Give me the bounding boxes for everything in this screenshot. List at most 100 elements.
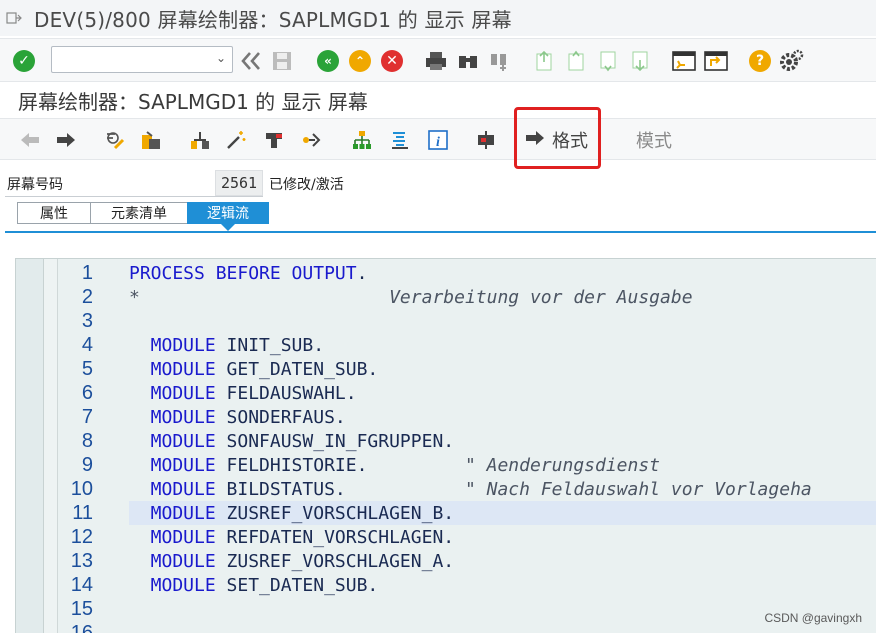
- code-text: MODULE ZUSREF_VORSCHLAGEN_B.: [129, 501, 876, 525]
- where-used-icon[interactable]: [188, 128, 212, 152]
- save-icon[interactable]: [268, 47, 296, 75]
- new-session-icon[interactable]: [670, 47, 698, 75]
- code-line[interactable]: 3: [16, 309, 876, 333]
- arrow-right-icon[interactable]: [54, 128, 78, 152]
- magic-wand-icon[interactable]: [224, 128, 248, 152]
- code-line[interactable]: 11 MODULE ZUSREF_VORSCHLAGEN_B.: [16, 501, 876, 525]
- find-icon[interactable]: [454, 47, 482, 75]
- code-line[interactable]: 2 * Verarbeitung vor der Ausgabe: [16, 285, 876, 309]
- print-icon[interactable]: [422, 47, 450, 75]
- settings-icon[interactable]: [778, 47, 806, 75]
- code-text: * Verarbeitung vor der Ausgabe: [129, 285, 876, 309]
- screen-title: 屏幕绘制器：SAPLMGD1 的 显示 屏幕: [18, 90, 368, 114]
- back-icon[interactable]: «: [314, 47, 342, 75]
- tab-attributes[interactable]: 属性: [17, 202, 90, 224]
- line-number: 16: [70, 621, 93, 633]
- find-next-icon[interactable]: [486, 47, 514, 75]
- help-icon[interactable]: ?: [746, 47, 774, 75]
- last-page-icon[interactable]: [626, 47, 654, 75]
- code-text: MODULE INIT_SUB.: [129, 333, 876, 357]
- screen-number-field[interactable]: 2561: [215, 170, 263, 196]
- code-line[interactable]: 16: [16, 621, 876, 633]
- screen-layout-icon[interactable]: [474, 128, 498, 152]
- code-line[interactable]: 13 MODULE ZUSREF_VORSCHLAGEN_A.: [16, 549, 876, 573]
- arrow-left-icon[interactable]: [18, 128, 42, 152]
- keyword: MODULE: [129, 478, 216, 500]
- code-line[interactable]: 6 MODULE FELDAUSWAHL.: [16, 381, 876, 405]
- code-comment: " Nach Feldauswahl vor Vorlageha: [345, 478, 812, 500]
- keyword: MODULE: [129, 406, 216, 428]
- prev-page-icon[interactable]: [562, 47, 590, 75]
- layout-icon[interactable]: [262, 128, 286, 152]
- code-rest: ZUSREF_VORSCHLAGEN_A.: [215, 550, 455, 572]
- code-text: MODULE GET_DATEN_SUB.: [129, 357, 876, 381]
- first-page-icon[interactable]: [530, 47, 558, 75]
- code-line[interactable]: 1 PROCESS BEFORE OUTPUT.: [16, 261, 876, 285]
- application-toolbar: i: [0, 118, 876, 160]
- code-rest: SET_DATEN_SUB.: [215, 574, 379, 596]
- command-input[interactable]: [56, 47, 206, 71]
- code-line[interactable]: 10 MODULE BILDSTATUS. " Nach Feldauswahl…: [16, 477, 876, 501]
- display-change-icon[interactable]: [103, 128, 127, 152]
- tab-strip: 属性 元素清单 逻辑流: [17, 202, 269, 224]
- code-text: PROCESS BEFORE OUTPUT.: [129, 261, 876, 285]
- line-number: 1: [81, 261, 93, 284]
- line-number: 9: [81, 453, 93, 476]
- screen-status: 已修改/激活: [269, 177, 344, 193]
- keyword: MODULE: [129, 358, 216, 380]
- check-icon[interactable]: ✓: [10, 47, 38, 75]
- svg-text:i: i: [436, 135, 440, 150]
- line-number: 15: [70, 597, 93, 620]
- code-line[interactable]: 15: [16, 597, 876, 621]
- pretty-printer-icon[interactable]: [388, 128, 412, 152]
- code-text: MODULE ZUSREF_VORSCHLAGEN_A.: [129, 549, 876, 573]
- code-text: MODULE SET_DATEN_SUB.: [129, 573, 876, 597]
- window-titlebar: DEV(5)/800 屏幕绘制器：SAPLMGD1 的 显示 屏幕: [0, 0, 876, 36]
- back-double-icon[interactable]: [238, 47, 266, 75]
- code-line[interactable]: 14 MODULE SET_DATEN_SUB.: [16, 573, 876, 597]
- code-line[interactable]: 9 MODULE FELDHISTORIE. " Aenderungsdiens…: [16, 453, 876, 477]
- activate-icon[interactable]: [139, 128, 163, 152]
- command-field[interactable]: ⌄: [51, 46, 233, 73]
- code-line[interactable]: 12 MODULE REFDATEN_VORSCHLAGEN.: [16, 525, 876, 549]
- format-button[interactable]: 格式: [524, 127, 588, 153]
- keyword: MODULE: [129, 334, 216, 356]
- code-rest: *: [129, 286, 140, 308]
- keyword: MODULE: [129, 454, 216, 476]
- line-number: 11: [72, 501, 93, 524]
- screen-number-label: 屏幕号码: [7, 177, 63, 193]
- info-icon[interactable]: i: [426, 128, 450, 152]
- code-line[interactable]: 8 MODULE SONFAUSW_IN_FGRUPPEN.: [16, 429, 876, 453]
- line-number: 13: [70, 549, 93, 572]
- active-tab-notch: [221, 224, 235, 231]
- code-line[interactable]: 4 MODULE INIT_SUB.: [16, 333, 876, 357]
- code-rest: REFDATEN_VORSCHLAGEN.: [215, 526, 455, 548]
- code-rest: BILDSTATUS.: [215, 478, 346, 500]
- chevron-down-icon[interactable]: ⌄: [216, 51, 226, 65]
- tab-element-list[interactable]: 元素清单: [90, 202, 187, 224]
- code-rest: SONFAUSW_IN_FGRUPPEN.: [215, 430, 455, 452]
- code-comment: " Aenderungsdienst: [367, 454, 661, 476]
- code-text: MODULE BILDSTATUS. " Nach Feldauswahl vo…: [129, 477, 876, 501]
- code-editor[interactable]: 1 PROCESS BEFORE OUTPUT. 2 * Verarbeitung v…: [15, 258, 876, 633]
- pattern-button[interactable]: 模式: [636, 127, 672, 153]
- format-label: 格式: [552, 131, 588, 152]
- code-rest: SONDERFAUS.: [215, 406, 346, 428]
- code-rest: .: [356, 262, 368, 284]
- hierarchy-icon[interactable]: [300, 128, 324, 152]
- arrow-right-icon: [524, 129, 546, 152]
- tab-flow-logic[interactable]: 逻辑流: [187, 202, 269, 224]
- window-menu-icon[interactable]: [6, 11, 24, 25]
- line-number: 12: [70, 525, 93, 548]
- watermark: CSDN @gavingxh: [764, 611, 862, 625]
- keyword: MODULE: [129, 502, 216, 524]
- code-line[interactable]: 5 MODULE GET_DATEN_SUB.: [16, 357, 876, 381]
- code-line[interactable]: 7 MODULE SONDERFAUS.: [16, 405, 876, 429]
- line-number: 10: [70, 477, 93, 500]
- element-tree-icon[interactable]: [350, 128, 374, 152]
- shortcut-icon[interactable]: [702, 47, 730, 75]
- cancel-icon[interactable]: ✕: [378, 47, 406, 75]
- next-page-icon[interactable]: [594, 47, 622, 75]
- exit-icon[interactable]: ⌃: [346, 47, 374, 75]
